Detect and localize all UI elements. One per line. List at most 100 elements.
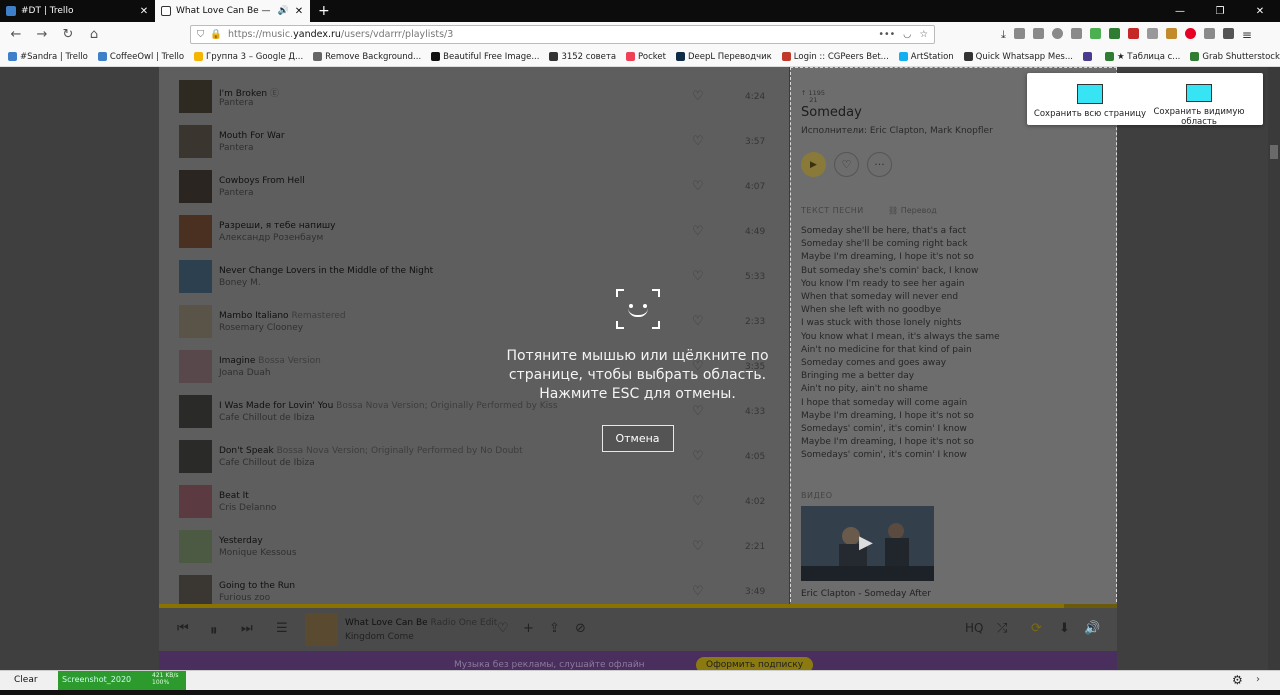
track-row[interactable]: Разреши, я тебе напишу Александр Розенба… — [159, 202, 789, 248]
bookmark-item[interactable] — [1082, 52, 1095, 61]
extension-icon[interactable] — [1203, 27, 1215, 39]
library-icon[interactable] — [1013, 27, 1025, 39]
extension-icon[interactable] — [1165, 27, 1177, 39]
adblock-icon[interactable] — [1108, 27, 1120, 39]
track-cover[interactable] — [179, 350, 212, 383]
track-row[interactable]: Beat It Cris Delanno ♡ 4:02 — [159, 472, 789, 518]
save-full-page-button[interactable]: Сохранить всю страницу — [1033, 73, 1147, 125]
track-title[interactable]: Beat It — [219, 491, 249, 501]
track-cover[interactable] — [179, 530, 212, 563]
shuffle-icon[interactable]: ⤮ — [997, 621, 1007, 636]
pinterest-icon[interactable] — [1184, 27, 1196, 39]
block-icon[interactable]: ⊘ — [575, 621, 586, 636]
now-playing-cover[interactable] — [305, 613, 338, 646]
cancel-button[interactable]: Отмена — [601, 425, 674, 452]
back-icon[interactable]: ← — [6, 27, 26, 42]
bookmark-item[interactable]: Группа 3 – Google Д... — [194, 52, 303, 62]
reader-icon[interactable] — [1032, 27, 1044, 39]
track-artist[interactable]: Pantera — [219, 188, 254, 198]
like-icon[interactable]: ♡ — [692, 224, 704, 239]
track-title[interactable]: Imagine Bossa Version — [219, 356, 321, 366]
track-artist[interactable]: Cris Delanno — [219, 503, 276, 513]
scrollbar-thumb[interactable] — [1270, 145, 1278, 159]
bookmark-item[interactable]: Grab Shutterstock Ph... — [1190, 52, 1280, 62]
more-button[interactable]: ··· — [867, 152, 892, 177]
tab-close-icon[interactable]: ✕ — [294, 6, 304, 17]
track-cover[interactable] — [179, 215, 212, 248]
bookmark-item[interactable]: ★ Таблица с... — [1104, 52, 1180, 62]
track-row[interactable]: I'm Broken Ⓔ Pantera ♡ 4:24 — [159, 67, 789, 113]
now-playing-title[interactable]: What Love Can Be Radio One Edit — [345, 618, 497, 628]
bookmark-item[interactable]: Beautiful Free Image... — [431, 52, 539, 62]
track-title[interactable]: Mambo Italiano Remastered — [219, 311, 346, 321]
tab-yandex-music[interactable]: What Love Can Be — Kingd 🔊 ✕ — [155, 0, 310, 22]
track-artist[interactable]: Pantera — [219, 143, 254, 153]
like-icon[interactable]: ♡ — [692, 539, 704, 554]
track-artist[interactable]: Pantera — [219, 98, 254, 108]
track-artist[interactable]: Rosemary Clooney — [219, 323, 303, 333]
track-artist[interactable]: Boney M. — [219, 278, 261, 288]
download-icon[interactable]: ⬇ — [1059, 621, 1070, 636]
track-title[interactable]: Разреши, я тебе напишу — [219, 221, 335, 231]
like-icon[interactable]: ♡ — [692, 269, 704, 284]
bookmark-item[interactable]: Pocket — [626, 52, 666, 62]
close-window-button[interactable]: ✕ — [1240, 0, 1280, 22]
translation-link[interactable]: ⛓ Перевод — [888, 206, 937, 215]
subscribe-button[interactable]: Оформить подписку — [696, 657, 814, 670]
extension-icon[interactable] — [1222, 27, 1234, 39]
track-title[interactable]: Going to the Run — [219, 581, 295, 591]
tab-close-icon[interactable]: ✕ — [139, 6, 149, 17]
pause-icon[interactable]: ⏸ — [210, 621, 218, 639]
track-cover[interactable] — [179, 440, 212, 473]
bookmark-item[interactable]: Remove Background... — [313, 52, 421, 62]
like-icon[interactable]: ♡ — [497, 621, 509, 636]
track-artist[interactable]: Furious zoo — [219, 593, 270, 603]
track-artist[interactable]: Cafe Chillout de Ibiza — [219, 413, 315, 423]
like-icon[interactable]: ♡ — [692, 134, 704, 149]
like-icon[interactable]: ♡ — [692, 584, 704, 599]
video-thumbnail[interactable]: ▶ — [801, 506, 934, 581]
bookmark-item[interactable]: ArtStation — [898, 52, 954, 62]
clear-button[interactable]: Clear — [14, 675, 38, 685]
minimize-button[interactable]: — — [1160, 0, 1200, 22]
home-icon[interactable]: ⌂ — [84, 27, 104, 42]
track-row[interactable]: Yesterday Monique Kessous ♡ 2:21 — [159, 517, 789, 563]
new-tab-button[interactable]: + — [310, 0, 338, 22]
save-visible-area-button[interactable]: Сохранить видимую область — [1141, 73, 1257, 127]
url-bar[interactable]: ⛉ 🔒 https://music.yandex.ru/users/vdarrr… — [190, 25, 935, 44]
track-cover[interactable] — [179, 485, 212, 518]
track-title[interactable]: Mouth For War — [219, 131, 285, 141]
video-play-icon[interactable]: ▶ — [859, 532, 873, 553]
track-cover[interactable] — [179, 260, 212, 293]
share-icon[interactable]: ⇪ — [549, 621, 560, 636]
extension-icon[interactable] — [1146, 27, 1158, 39]
download-item[interactable]: Screenshot_2020 421 KB/s 100% — [58, 671, 186, 690]
add-icon[interactable]: + — [523, 621, 534, 636]
track-cover[interactable] — [179, 170, 212, 203]
track-title[interactable]: Never Change Lovers in the Middle of the… — [219, 266, 433, 276]
forward-icon[interactable]: → — [32, 27, 52, 42]
like-icon[interactable]: ♡ — [692, 494, 704, 509]
track-cover[interactable] — [179, 80, 212, 113]
previous-icon[interactable]: ⏮ — [177, 621, 189, 636]
page-actions-icon[interactable]: ••• — [878, 29, 895, 40]
like-button[interactable]: ♡ — [834, 152, 859, 177]
track-title[interactable]: Don't Speak Bossa Nova Version; Original… — [219, 446, 523, 456]
extension-icon[interactable] — [1127, 27, 1139, 39]
track-row[interactable]: Mouth For War Pantera ♡ 3:57 — [159, 112, 789, 158]
track-cover[interactable] — [179, 305, 212, 338]
track-row[interactable]: Going to the Run Furious zoo ♡ 3:49 — [159, 562, 789, 608]
track-row[interactable]: Never Change Lovers in the Middle of the… — [159, 247, 789, 293]
shield-icon[interactable]: ⛉ — [197, 29, 204, 40]
download-icon[interactable]: ⤓ — [1001, 28, 1006, 42]
video-title[interactable]: Eric Clapton - Someday After — [801, 589, 931, 599]
pocket-icon[interactable]: ◡ — [903, 29, 911, 40]
reload-icon[interactable]: ↻ — [58, 27, 78, 42]
next-icon[interactable]: ⏭ — [241, 621, 253, 636]
like-icon[interactable]: ♡ — [692, 179, 704, 194]
track-title[interactable]: Yesterday — [219, 536, 263, 546]
queue-icon[interactable]: ☰ — [276, 621, 288, 636]
save-icon[interactable] — [1089, 27, 1101, 39]
like-icon[interactable]: ♡ — [692, 89, 704, 104]
quality-toggle[interactable]: HQ — [965, 621, 983, 635]
